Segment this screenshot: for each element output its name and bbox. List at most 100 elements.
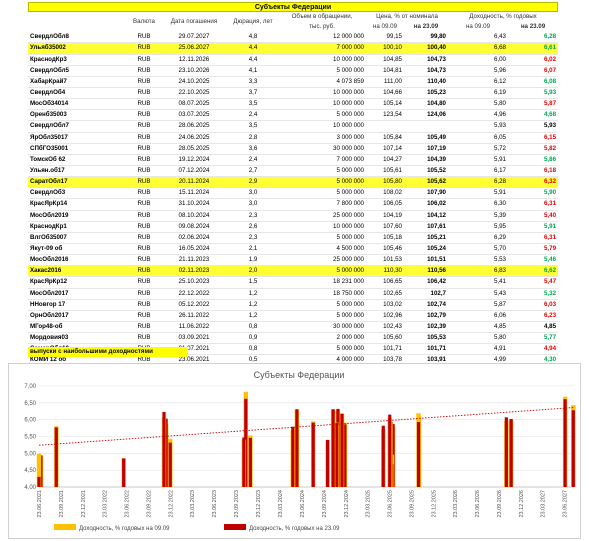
bond-price-2309: 107,19 (404, 143, 448, 155)
chart-trendline (38, 407, 575, 446)
bar-yield-2309 (168, 442, 172, 487)
bond-price-0909: 104,27 (366, 154, 404, 166)
bond-yield-0909: 6,00 (448, 54, 508, 66)
bond-maturity: 11.06.2022 (160, 321, 228, 334)
bond-maturity: 24.10.2025 (160, 76, 228, 88)
bond-price-0909: 108,02 (366, 187, 404, 200)
bonds-table: Валюта Дата погашения Дюрация, лет Объем… (28, 12, 559, 367)
bond-price-0909: 101,71 (366, 343, 404, 356)
bond-name: КраснодКр1 (28, 221, 128, 233)
y-tick-label: 6,50 (24, 401, 36, 407)
bond-volume: 10 000 000 (278, 120, 366, 133)
bond-name: МосОбл2017 (28, 288, 128, 300)
bar-yield-2309 (162, 411, 166, 487)
bond-duration: 4,4 (228, 42, 278, 55)
x-tick-label: 23.09.2021 (59, 490, 65, 518)
bond-yield-2309: 6,07 (508, 65, 559, 77)
x-tick-label: 23.12.2022 (168, 490, 174, 518)
x-tick-label: 23.12.2024 (344, 490, 350, 518)
bond-currency: RUB (128, 221, 160, 233)
bond-name: СвердлОбл7 (28, 120, 128, 133)
bond-maturity: 22.12.2022 (160, 288, 228, 300)
bond-volume: 7 000 000 (278, 42, 366, 55)
bond-currency: RUB (128, 154, 160, 166)
bar-yield-2309 (311, 422, 315, 487)
table-row: ХабарКрай7 RUB 24.10.2025 3,3 4 073 859 111,0… (28, 76, 559, 88)
x-tick-label: 23.03.2024 (278, 490, 284, 518)
bond-yield-2309: 6,23 (508, 310, 559, 322)
bond-yield-0909: 5,80 (448, 98, 508, 111)
bond-duration: 4,8 (228, 32, 278, 44)
bond-name: МГор48-об (28, 321, 128, 334)
x-tick-label: 23.09.2023 (234, 490, 240, 518)
bond-currency: RUB (128, 65, 160, 77)
bond-yield-0909: 4,96 (448, 109, 508, 122)
bond-name: СПбГО35001 (28, 143, 128, 155)
y-tick-label: 5,00 (24, 451, 36, 457)
bond-volume: 18 750 000 (278, 288, 366, 300)
bond-yield-0909: 4,85 (448, 321, 508, 334)
bond-price-2309: 102,39 (404, 321, 448, 334)
header-currency: Валюта (133, 18, 155, 26)
table-row: СвердлОбл8 RUB 29.07.2027 4,8 12 000 000 99,1… (28, 32, 559, 44)
x-tick-label: 23.12.2026 (519, 490, 525, 518)
bond-yield-2309: 6,62 (508, 265, 559, 278)
table-row: СвердлОб4 RUB 22.10.2025 3,7 10 000 000 104,6… (28, 87, 559, 100)
bar-yield-2309 (331, 409, 335, 487)
bond-currency: RUB (128, 232, 160, 244)
bond-price-0909: 105,14 (366, 98, 404, 111)
bond-yield-0909: 4,91 (448, 343, 508, 356)
bond-duration: 2,1 (228, 243, 278, 256)
bond-yield-0909: 6,06 (448, 310, 508, 322)
bond-price-0909: 104,19 (366, 210, 404, 222)
x-tick-label: 23.09.2022 (147, 490, 153, 518)
bond-price-2309: 110,56 (404, 265, 448, 278)
legend-swatch-2309 (224, 524, 246, 530)
bond-volume: 5 000 000 (278, 165, 366, 178)
bond-price-2309: 102,7 (404, 288, 448, 300)
x-tick-label: 23.09.2026 (497, 490, 503, 518)
chart-x-axis: 23.06.2021 23.09.2021 23.12.2021 23.03.2022… (37, 490, 569, 518)
bond-yield-0909: 5,41 (448, 276, 508, 289)
x-tick-label: 23.09.2024 (322, 490, 328, 518)
bond-price-2309: 104,73 (404, 65, 448, 77)
bond-price-0909: 104,66 (366, 87, 404, 100)
bond-yield-2309: 5,90 (508, 187, 559, 200)
bond-volume: 30 000 000 (278, 143, 366, 155)
bond-duration: 1,9 (228, 254, 278, 267)
bond-price-0909: 111,00 (366, 76, 404, 88)
bond-yield-0909: 6,05 (448, 132, 508, 144)
chart-y-axis: 4,00 4,50 5,00 5,50 6,00 6,50 7,00 (24, 384, 36, 491)
bond-volume: 10 000 000 (278, 54, 366, 66)
bond-duration: 3,0 (228, 198, 278, 211)
bond-price-2309: 104,12 (404, 210, 448, 222)
y-tick-label: 4,50 (24, 468, 36, 474)
bond-duration: 2,8 (228, 132, 278, 144)
y-tick-label: 6,00 (24, 418, 36, 424)
bond-price-2309: 110,40 (404, 76, 448, 88)
bond-price-2309: 105,49 (404, 132, 448, 144)
bond-maturity: 16.05.2024 (160, 243, 228, 256)
bond-currency: RUB (128, 321, 160, 334)
bond-duration: 2,6 (228, 221, 278, 233)
bar-yield-2309 (381, 425, 385, 487)
bond-currency: RUB (128, 98, 160, 111)
bond-maturity: 19.12.2024 (160, 154, 228, 166)
bond-price-2309: 124,06 (404, 109, 448, 122)
bond-price-0909: 105,18 (366, 232, 404, 244)
bond-duration: 3,5 (228, 120, 278, 133)
bond-duration: 0,8 (228, 343, 278, 356)
bond-volume: 12 000 000 (278, 32, 366, 44)
bond-volume: 10 000 000 (278, 87, 366, 100)
bond-currency: RUB (128, 176, 160, 189)
bond-name: МосОбл2019 (28, 210, 128, 222)
bond-currency: RUB (128, 87, 160, 100)
bond-yield-2309: 4,68 (508, 109, 559, 122)
table-row: Ульяб35002 RUB 25.06.2027 4,4 7 000 000 100,1… (28, 42, 559, 55)
bond-duration: 3,0 (228, 187, 278, 200)
bond-duration: 2,3 (228, 232, 278, 244)
bar-yield-2309 (122, 458, 126, 487)
bar-yield-2309 (291, 426, 295, 487)
x-tick-label: 23.03.2026 (453, 490, 459, 518)
chart-svg: Субъекты Федерации 4,00 4,50 5,00 5,50 6,00 6… (24, 370, 576, 532)
